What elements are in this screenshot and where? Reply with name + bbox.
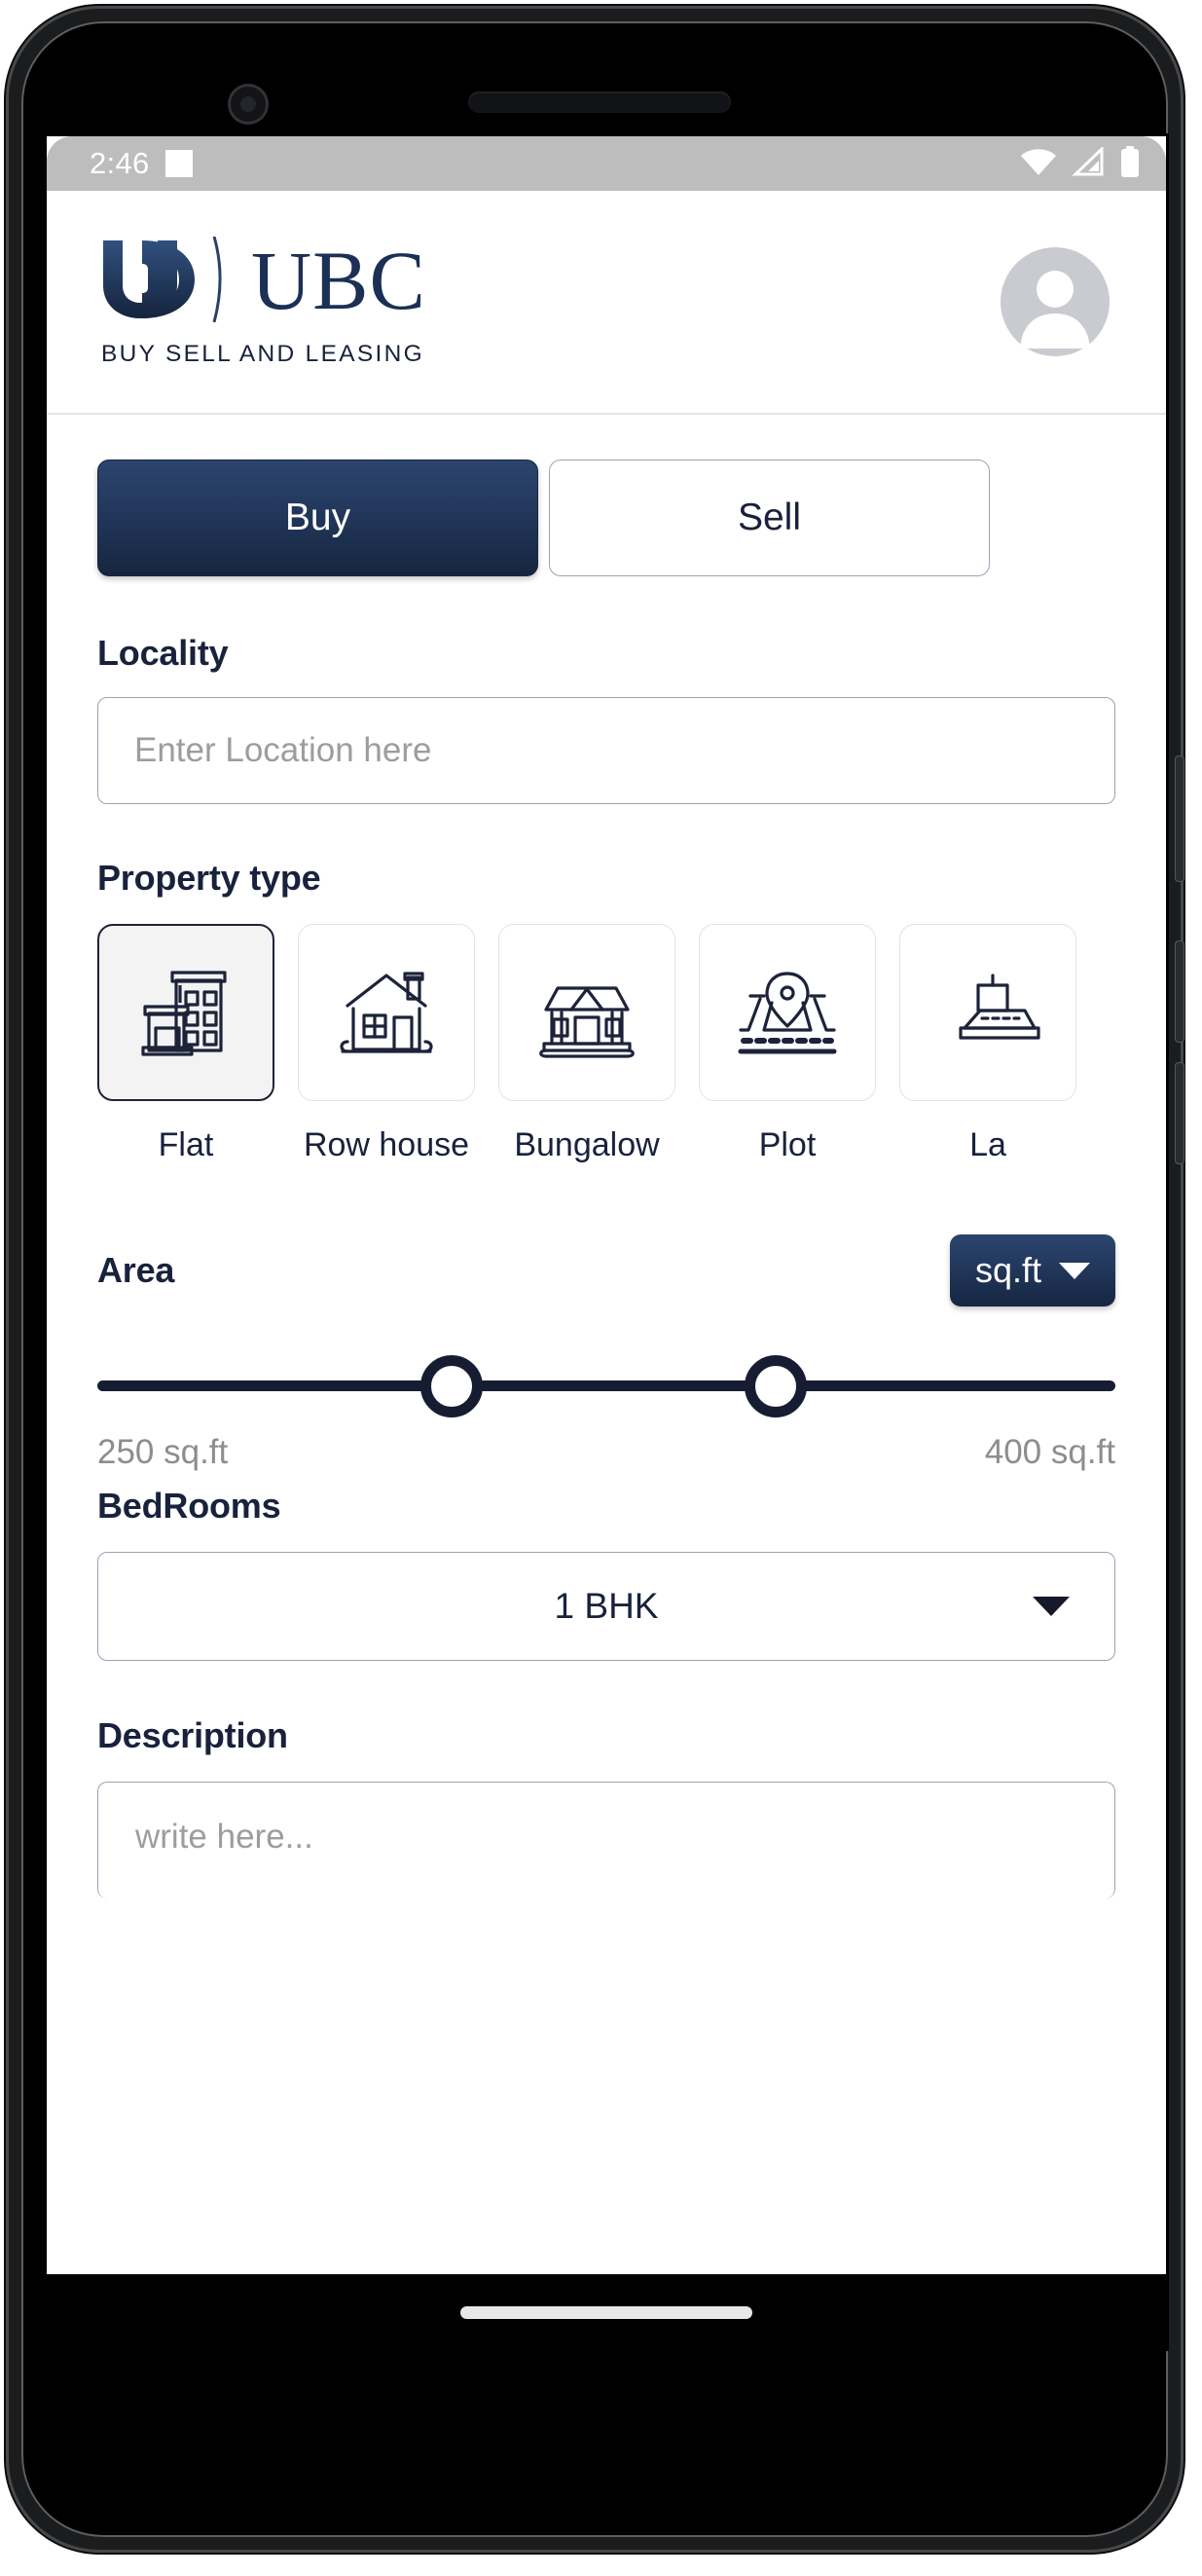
- status-bar: 2:46: [47, 136, 1166, 191]
- property-type-option-row-house[interactable]: Row house: [298, 924, 475, 1164]
- property-type-option-land[interactable]: La: [899, 924, 1076, 1164]
- status-bar-left: 2:46: [90, 146, 193, 181]
- bedrooms-dropdown[interactable]: 1 BHK: [97, 1552, 1115, 1661]
- map-pin-plot-icon: [738, 972, 837, 1054]
- bedrooms-label: BedRooms: [97, 1486, 281, 1526]
- apartment-building-icon: [141, 971, 227, 1056]
- buy-sell-section: Buy Sell Locality Enter Location here Pr…: [47, 460, 1166, 899]
- property-type-option-flat[interactable]: Flat: [97, 924, 274, 1164]
- app-viewport: 2:46 UBC BUY SELL AND LEASING Buy Sell L…: [47, 136, 1166, 2346]
- wifi-icon: [1020, 147, 1057, 181]
- property-type-scroller[interactable]: Flat Row house Bungalow Plot La: [47, 924, 1166, 1164]
- camera-lens-dot: [240, 96, 256, 112]
- property-type-label-plot: Plot: [758, 1126, 817, 1163]
- battery-full-icon: [1119, 145, 1141, 182]
- description-textarea[interactable]: write here...: [97, 1782, 1115, 1898]
- app-header: UBC BUY SELL AND LEASING: [47, 191, 1166, 415]
- brand-block: UBC BUY SELL AND LEASING: [97, 234, 426, 368]
- location-input-placeholder: Enter Location here: [134, 731, 432, 769]
- area-section: Area sq.ft 250 sq.ft 400 sq.ft BedRooms …: [47, 1234, 1166, 1898]
- tab-sell[interactable]: Sell: [549, 460, 990, 576]
- slider-track: [97, 1380, 1115, 1391]
- phone-screen: 2:46 UBC BUY SELL AND LEASING Buy Sell L…: [44, 133, 1169, 2351]
- property-type-option-bungalow[interactable]: Bungalow: [498, 924, 675, 1164]
- phone-device-frame: 2:46 UBC BUY SELL AND LEASING Buy Sell L…: [6, 6, 1184, 2553]
- property-type-label-land: La: [969, 1126, 1006, 1163]
- area-min-value: 250 sq.ft: [97, 1433, 229, 1471]
- app-content: Buy Sell Locality Enter Location here Pr…: [47, 460, 1166, 1898]
- area-range-values: 250 sq.ft 400 sq.ft: [97, 1433, 1115, 1472]
- brand-tagline: BUY SELL AND LEASING: [101, 340, 424, 367]
- navigation-gesture-bar: [44, 2274, 1169, 2351]
- property-type-tile-row-house[interactable]: [298, 924, 475, 1101]
- chevron-down-icon: [1033, 1597, 1070, 1616]
- chevron-down-icon: [1059, 1262, 1090, 1279]
- power-button[interactable]: [1175, 755, 1184, 882]
- cellular-signal-icon: [1072, 144, 1105, 181]
- tab-buy[interactable]: Buy: [97, 460, 538, 576]
- property-type-tile-bungalow[interactable]: [498, 924, 675, 1101]
- property-type-tile-flat[interactable]: [97, 924, 274, 1101]
- location-input[interactable]: Enter Location here: [97, 697, 1115, 804]
- brand-logo-row: UBC: [97, 234, 426, 328]
- house-icon: [340, 972, 433, 1053]
- property-type-label: Property type: [97, 858, 321, 898]
- area-unit-value: sq.ft: [974, 1250, 1041, 1290]
- area-unit-dropdown[interactable]: sq.ft: [949, 1234, 1115, 1306]
- locality-label: Locality: [97, 633, 229, 673]
- buy-sell-toggle: Buy Sell: [97, 460, 1115, 576]
- volume-down-button[interactable]: [1175, 1062, 1184, 1164]
- brand-wordmark: UBC: [251, 234, 426, 328]
- front-camera-icon: [228, 84, 269, 125]
- bedrooms-value: 1 BHK: [554, 1586, 659, 1626]
- property-type-label-flat: Flat: [158, 1126, 214, 1163]
- property-type-label-row-house: Row house: [303, 1126, 470, 1163]
- description-label: Description: [97, 1715, 288, 1755]
- area-range-slider[interactable]: [97, 1355, 1115, 1417]
- slider-thumb-max[interactable]: [745, 1355, 807, 1417]
- bungalow-icon: [539, 986, 635, 1058]
- property-type-tile-plot[interactable]: [699, 924, 876, 1101]
- land-icon: [959, 974, 1040, 1040]
- volume-up-button[interactable]: [1175, 940, 1184, 1043]
- avatar[interactable]: [1001, 247, 1110, 356]
- property-type-label-bungalow: Bungalow: [514, 1126, 660, 1163]
- property-type-tile-land[interactable]: [899, 924, 1076, 1101]
- ud-monogram-icon: [97, 236, 245, 327]
- earpiece-speaker: [468, 92, 731, 113]
- area-max-value: 400 sq.ft: [984, 1433, 1115, 1471]
- slider-thumb-min[interactable]: [420, 1355, 483, 1417]
- description-placeholder: write here...: [135, 1818, 313, 1856]
- notification-square-icon: [164, 150, 193, 177]
- home-gesture-pill[interactable]: [460, 2306, 752, 2319]
- property-type-option-plot[interactable]: Plot: [699, 924, 876, 1164]
- area-row: Area sq.ft: [97, 1234, 1115, 1306]
- status-clock: 2:46: [90, 146, 150, 180]
- user-avatar-icon: [1020, 271, 1090, 349]
- status-bar-right: [1020, 144, 1141, 182]
- area-label: Area: [97, 1250, 175, 1290]
